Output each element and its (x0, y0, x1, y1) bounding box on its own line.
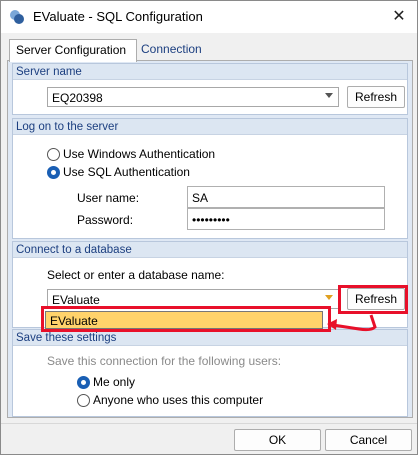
password-value: ••••••••• (192, 213, 230, 227)
save-settings-group: Save these settings Save this connection… (12, 329, 408, 417)
windows-auth-radio[interactable] (47, 148, 60, 161)
save-prompt: Save this connection for the following u… (47, 354, 282, 368)
server-configuration-panel: Server name EQ20398 Refresh Log on to th… (7, 60, 413, 418)
cancel-button[interactable]: Cancel (325, 429, 412, 451)
close-icon[interactable]: ✕ (389, 8, 409, 26)
sql-auth-radio[interactable] (47, 166, 60, 179)
database-prompt: Select or enter a database name: (47, 268, 225, 282)
server-name-group: Server name EQ20398 Refresh (12, 63, 408, 115)
database-value: EValuate (52, 293, 100, 307)
username-label: User name: (77, 191, 140, 205)
me-only-label: Me only (93, 375, 136, 389)
server-name-combo[interactable]: EQ20398 (47, 87, 339, 107)
logon-header: Log on to the server (13, 119, 407, 135)
sql-configuration-dialog: EValuate - SQL Configuration ✕ Server Co… (0, 0, 418, 455)
window-title: EValuate - SQL Configuration (33, 9, 203, 24)
app-logo-icon (10, 10, 24, 24)
server-name-value: EQ20398 (52, 91, 103, 105)
database-refresh-button[interactable]: Refresh (347, 288, 405, 310)
password-label: Password: (77, 213, 134, 227)
chevron-down-icon[interactable] (325, 93, 333, 98)
dropdown-item-evaluate[interactable]: EValuate (50, 314, 98, 328)
anyone-label: Anyone who uses this computer (93, 393, 264, 407)
chevron-down-icon[interactable] (325, 295, 333, 300)
sql-auth-label: Use SQL Authentication (63, 165, 190, 179)
tab-connection-key[interactable]: Connection Key (135, 39, 208, 76)
server-refresh-button[interactable]: Refresh (347, 86, 405, 108)
username-value: SA (192, 191, 209, 205)
me-only-radio[interactable] (77, 376, 90, 389)
server-name-header: Server name (13, 64, 407, 80)
ok-button[interactable]: OK (234, 429, 321, 451)
database-dropdown-list: EValuate (45, 311, 323, 329)
database-combo[interactable]: EValuate (47, 289, 339, 309)
title-bar: EValuate - SQL Configuration ✕ (1, 1, 417, 33)
footer-separator (1, 423, 417, 424)
anyone-radio[interactable] (77, 394, 90, 407)
database-header: Connect to a database (13, 242, 407, 258)
password-field[interactable]: ••••••••• (187, 208, 385, 230)
windows-auth-label: Use Windows Authentication (63, 147, 216, 161)
save-settings-header: Save these settings (13, 330, 407, 346)
username-field[interactable]: SA (187, 186, 385, 208)
tab-server-configuration[interactable]: Server Configuration (9, 39, 137, 62)
logon-group: Log on to the server Use Windows Authent… (12, 118, 408, 239)
